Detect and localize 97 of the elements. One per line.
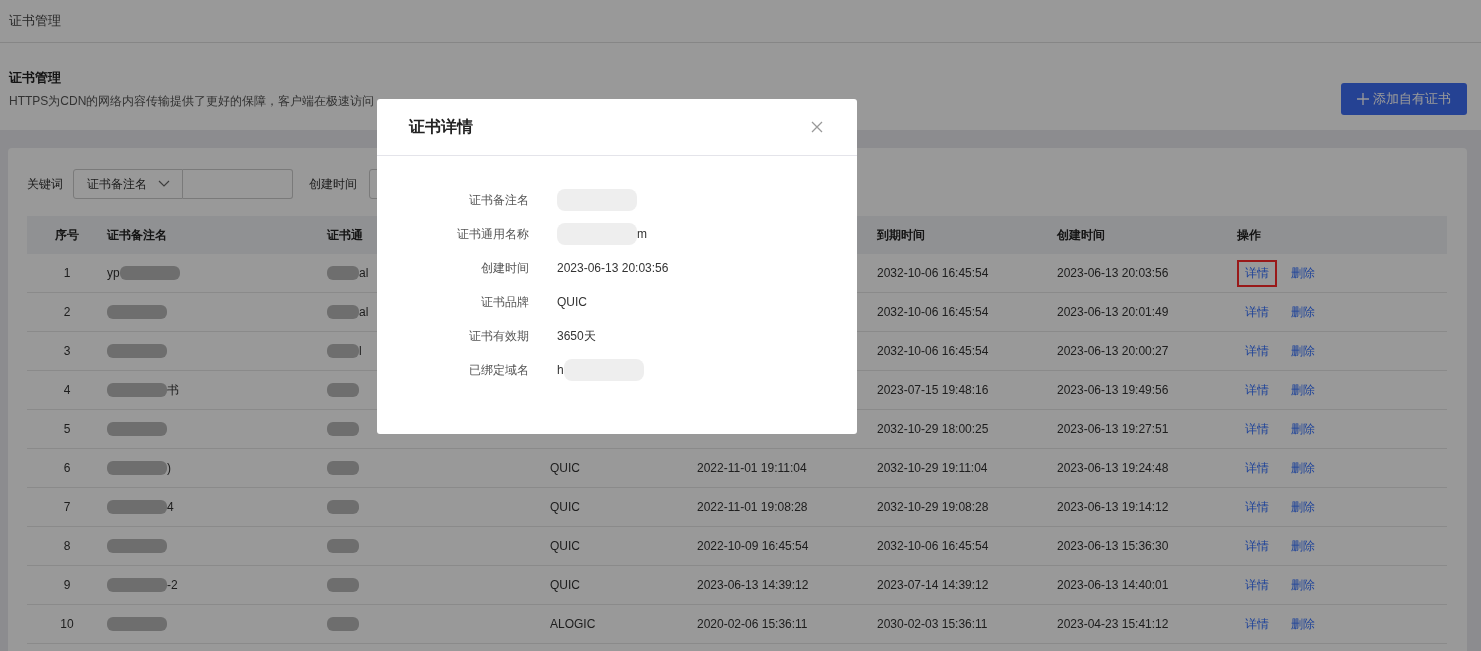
- table-cell: 2023-06-13 14:39:12: [697, 578, 809, 592]
- field-value: m: [637, 227, 647, 241]
- table-cell: 2023-06-13 20:03:56: [1057, 266, 1169, 280]
- table-cell: 6: [63, 461, 71, 475]
- dialog-title: 证书详情: [409, 116, 473, 137]
- table-cell: 8: [63, 539, 71, 553]
- table-cell: 2023-04-23 15:41:12: [1057, 617, 1169, 631]
- field-value: QUIC: [557, 295, 587, 309]
- column-header: 证书备注名: [107, 227, 167, 242]
- table-cell: 4: [167, 500, 174, 514]
- table-cell: 2032-10-29 18:00:25: [877, 422, 989, 436]
- column-header: 操作: [1237, 227, 1261, 242]
- table-cell: 2023-07-15 19:48:16: [877, 383, 989, 397]
- table-cell: yp: [107, 266, 120, 280]
- details-link[interactable]: 详情: [1237, 415, 1277, 443]
- table-cell: 2023-06-13 19:14:12: [1057, 500, 1169, 514]
- field-label: 证书品牌: [480, 293, 529, 311]
- filter-label: 创建时间: [309, 175, 357, 193]
- table-cell: ): [167, 461, 171, 475]
- details-link[interactable]: 详情: [1237, 493, 1277, 521]
- add-certificate-button[interactable]: 添加自有证书: [1341, 83, 1467, 115]
- section-description: HTTPS为CDN的网络内容传输提供了更好的保障，客户端在极速访问: [9, 93, 375, 110]
- details-link[interactable]: 详情: [1237, 376, 1277, 404]
- details-link[interactable]: 详情: [1237, 610, 1277, 638]
- table-cell: 2022-11-01 19:11:04: [697, 461, 807, 475]
- table-cell: 4: [63, 383, 71, 397]
- table-cell: al: [359, 305, 369, 319]
- delete-link[interactable]: 删除: [1283, 376, 1323, 404]
- table-cell: 2020-02-06 15:36:11: [697, 617, 808, 631]
- section-title: 证书管理: [9, 69, 62, 87]
- chevron-down-icon: [158, 180, 170, 188]
- table-cell: ALOGIC: [550, 617, 596, 631]
- table-cell: 7: [63, 500, 71, 514]
- field-label: 证书有效期: [468, 327, 529, 345]
- delete-link[interactable]: 删除: [1283, 454, 1323, 482]
- details-link[interactable]: 详情: [1237, 259, 1277, 287]
- delete-link[interactable]: 删除: [1283, 610, 1323, 638]
- table-cell: 5: [63, 422, 71, 436]
- table-cell: 2023-07-14 14:39:12: [877, 578, 989, 592]
- table-cell: 2032-10-29 19:11:04: [877, 461, 988, 475]
- details-link[interactable]: 详情: [1237, 298, 1277, 326]
- column-header: 创建时间: [1057, 227, 1105, 242]
- table-cell: 2032-10-29 19:08:28: [877, 500, 989, 514]
- table-cell: 3: [63, 344, 71, 358]
- close-icon[interactable]: [811, 121, 823, 133]
- keyword-input[interactable]: [183, 169, 293, 199]
- table-cell: QUIC: [550, 578, 580, 592]
- table-cell: 2022-10-09 16:45:54: [697, 539, 809, 553]
- details-link[interactable]: 详情: [1237, 571, 1277, 599]
- delete-link[interactable]: 删除: [1283, 532, 1323, 560]
- table-cell: -2: [167, 578, 178, 592]
- table-cell: 10: [60, 617, 74, 631]
- table-cell: 2: [63, 305, 71, 319]
- field-value: 2023-06-13 20:03:56: [557, 261, 669, 275]
- table-cell: 2023-06-13 19:27:51: [1057, 422, 1169, 436]
- plus-icon: [1357, 93, 1369, 105]
- table-cell: 2023-06-13 19:49:56: [1057, 383, 1169, 397]
- table-cell: 1: [63, 266, 71, 280]
- keyword-select[interactable]: 证书备注名: [73, 169, 183, 199]
- delete-link[interactable]: 删除: [1283, 415, 1323, 443]
- table-cell: 2032-10-06 16:45:54: [877, 305, 989, 319]
- field-value: h: [557, 363, 564, 377]
- table-cell: 2032-10-06 16:45:54: [877, 539, 989, 553]
- table-cell: 2032-10-06 16:45:54: [877, 344, 989, 358]
- delete-link[interactable]: 删除: [1283, 337, 1323, 365]
- details-link[interactable]: 详情: [1237, 454, 1277, 482]
- table-cell: 书: [167, 381, 179, 399]
- table-cell: l: [359, 344, 362, 358]
- table-cell: 2023-06-13 14:40:01: [1057, 578, 1169, 592]
- column-header: 证书通: [327, 227, 363, 242]
- field-value: 3650天: [557, 327, 596, 345]
- field-label: 证书通用名称: [456, 225, 529, 243]
- delete-link[interactable]: 删除: [1283, 571, 1323, 599]
- details-link[interactable]: 详情: [1237, 532, 1277, 560]
- field-label: 已绑定域名: [468, 361, 529, 379]
- table-cell: 2032-10-06 16:45:54: [877, 266, 989, 280]
- table-cell: 2023-06-13 20:01:49: [1057, 305, 1169, 319]
- details-link[interactable]: 详情: [1237, 337, 1277, 365]
- table-cell: QUIC: [550, 500, 580, 514]
- field-label: 创建时间: [480, 259, 529, 277]
- page-title: 证书管理: [9, 12, 61, 30]
- table-cell: 2023-06-13 15:36:30: [1057, 539, 1169, 553]
- column-header: 序号: [55, 227, 79, 242]
- table-cell: 2023-06-13 20:00:27: [1057, 344, 1169, 358]
- delete-link[interactable]: 删除: [1283, 493, 1323, 521]
- filter-label: 关键词: [27, 175, 63, 193]
- table-cell: 2022-11-01 19:08:28: [697, 500, 808, 514]
- delete-link[interactable]: 删除: [1283, 298, 1323, 326]
- field-label: 证书备注名: [468, 191, 529, 209]
- table-cell: al: [359, 266, 369, 280]
- table-cell: 2023-06-13 19:24:48: [1057, 461, 1169, 475]
- table-cell: 9: [63, 578, 71, 592]
- table-cell: QUIC: [550, 539, 580, 553]
- column-header: 到期时间: [877, 227, 925, 242]
- delete-link[interactable]: 删除: [1283, 259, 1323, 287]
- table-cell: 2030-02-03 15:36:11: [877, 617, 988, 631]
- table-cell: QUIC: [550, 461, 580, 475]
